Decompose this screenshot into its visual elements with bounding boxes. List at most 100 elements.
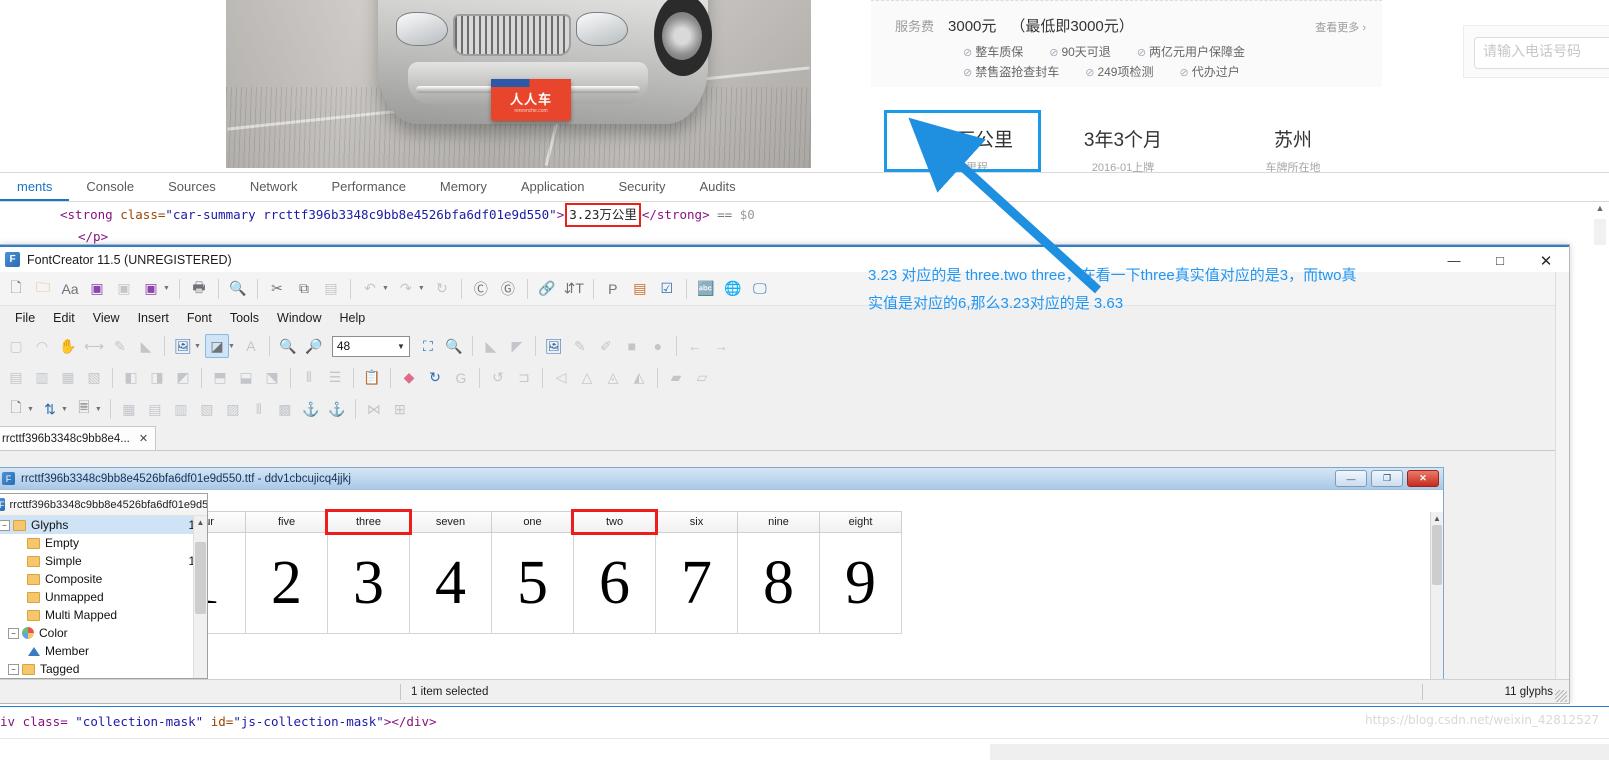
table-rotate-icon[interactable]: ▧: [195, 397, 219, 421]
tab-application[interactable]: Application: [504, 173, 602, 201]
prev-glyph-icon[interactable]: ←: [683, 334, 707, 358]
anchor-lock-icon[interactable]: ⚓: [325, 397, 349, 421]
import-export-caret-icon[interactable]: ▼: [61, 406, 68, 413]
print-icon[interactable]: 🖶: [187, 277, 211, 301]
tree-item-unmapped[interactable]: Unmapped 1: [0, 588, 207, 606]
test-font-icon[interactable]: ▤: [628, 277, 652, 301]
tree-item-composite[interactable]: Composite 0: [0, 570, 207, 588]
table-lock-icon[interactable]: ▨: [221, 397, 245, 421]
move-right-icon[interactable]: ◩: [171, 366, 195, 390]
menu-file[interactable]: File: [6, 309, 44, 327]
cut-icon[interactable]: ✂: [265, 277, 289, 301]
tab-memory[interactable]: Memory: [423, 173, 504, 201]
validate-font-icon[interactable]: ☑: [655, 277, 679, 301]
glyph-column-two[interactable]: two 6: [571, 509, 658, 634]
expander-icon[interactable]: −: [8, 663, 19, 675]
font-properties-icon[interactable]: Aa: [58, 277, 82, 301]
glyph-cell[interactable]: 5: [491, 533, 574, 634]
hand-icon[interactable]: ✋: [56, 334, 80, 358]
flip-diag-icon[interactable]: ◬: [601, 366, 625, 390]
glyph-cell[interactable]: 8: [737, 533, 820, 634]
tree-item-multi-mapped[interactable]: Multi Mapped 0: [0, 606, 207, 624]
rect-icon[interactable]: ■: [620, 334, 644, 358]
menu-help[interactable]: Help: [331, 309, 375, 327]
refresh-contours-icon[interactable]: ↻: [423, 366, 447, 390]
flip-diag2-icon[interactable]: ◭: [627, 366, 651, 390]
glyph-name[interactable]: two: [571, 509, 658, 535]
tab-console[interactable]: Console: [69, 173, 151, 201]
redo-caret-icon[interactable]: ▼: [418, 285, 425, 292]
glyph-panel-scrollbar[interactable]: ▲: [1430, 512, 1443, 701]
scroll-up-icon[interactable]: ▲: [1431, 512, 1443, 525]
anchor-icon[interactable]: ⚓: [299, 397, 323, 421]
glyph-cell[interactable]: 9: [819, 533, 902, 634]
tree-item-color[interactable]: − Color 0: [0, 624, 207, 642]
align-center-h-icon[interactable]: ▥: [30, 366, 54, 390]
move-center-icon[interactable]: ◨: [145, 366, 169, 390]
mirror-panel-icon[interactable]: ⊐: [512, 366, 536, 390]
insert-image-icon[interactable]: 🖼: [542, 334, 566, 358]
glyph-cell[interactable]: 2: [245, 533, 328, 634]
scrollbar-thumb[interactable]: [195, 542, 206, 614]
ellipse-icon[interactable]: ●: [646, 334, 670, 358]
slant-icon[interactable]: ◪: [204, 334, 229, 358]
glyph-column-seven[interactable]: seven 4: [409, 511, 492, 634]
menu-edit[interactable]: Edit: [44, 309, 84, 327]
rotate-icon[interactable]: ↺: [486, 366, 510, 390]
new-doc-caret-icon[interactable]: ▼: [27, 406, 34, 413]
union-icon[interactable]: ▱: [690, 366, 714, 390]
glyph-column-one[interactable]: one 5: [491, 511, 574, 634]
chevron-down-icon[interactable]: ▼: [397, 342, 405, 351]
devtools-dom-code[interactable]: <strong class="car-summary rrcttf396b334…: [0, 203, 1609, 245]
glyph-column-five[interactable]: five 2: [245, 511, 328, 634]
glyph-column-eight[interactable]: eight 9: [819, 511, 902, 634]
tree-item-member[interactable]: Member 0: [0, 642, 207, 660]
menu-tools[interactable]: Tools: [221, 309, 268, 327]
save-as-caret-icon[interactable]: ▼: [163, 285, 170, 292]
glyph-column-three[interactable]: three 3: [325, 509, 412, 634]
node-graph-icon[interactable]: ⋈: [362, 397, 386, 421]
import-export-icon[interactable]: ⇅: [38, 397, 62, 421]
table-icon[interactable]: ▥: [169, 397, 193, 421]
slant-caret-icon[interactable]: ▼: [228, 343, 235, 350]
tab-performance[interactable]: Performance: [315, 173, 423, 201]
flip-left-icon[interactable]: ◁: [549, 366, 573, 390]
tree-item-tagged[interactable]: − Tagged 0: [0, 660, 207, 678]
web-font-icon[interactable]: 🌐: [721, 277, 745, 301]
clipboard-warning-icon[interactable]: 📋: [360, 366, 384, 390]
save-as-icon[interactable]: ▣: [139, 277, 163, 301]
align-top-icon[interactable]: ⬒: [208, 366, 232, 390]
generate-glyphs-icon[interactable]: Ⓖ: [496, 277, 520, 301]
align-dist-icon[interactable]: ▧: [82, 366, 106, 390]
glyph-name[interactable]: five: [245, 511, 328, 533]
undo-caret-icon[interactable]: ▼: [382, 285, 389, 292]
tree-scrollbar[interactable]: ▲: [193, 516, 207, 678]
center-horizontal-icon[interactable]: ☰: [323, 366, 347, 390]
tab-security[interactable]: Security: [601, 173, 682, 201]
link-icon[interactable]: 🔗: [535, 277, 559, 301]
scrollbar-thumb[interactable]: [1432, 525, 1442, 585]
phone-input[interactable]: 请输入电话号码: [1474, 37, 1609, 69]
expander-icon[interactable]: −: [0, 519, 10, 531]
columns-icon[interactable]: ⦀: [247, 397, 271, 421]
autohint-icon[interactable]: A: [239, 334, 263, 358]
tab-elements[interactable]: ments: [0, 173, 70, 201]
install-font-icon[interactable]: 🖵: [748, 277, 772, 301]
select-icon[interactable]: ▢: [4, 334, 28, 358]
grid-icon[interactable]: ▦: [117, 397, 141, 421]
fontcreator-right-scrollbar[interactable]: [1555, 272, 1569, 679]
measure-icon[interactable]: ⟷: [82, 334, 106, 358]
scroll-up-icon[interactable]: ▲: [194, 516, 207, 529]
glyph-cell[interactable]: 3: [327, 533, 410, 634]
zoom-level-combobox[interactable]: 48 ▼: [331, 335, 410, 357]
tree-item-simple[interactable]: Simple 11: [0, 552, 207, 570]
tab-sources[interactable]: Sources: [151, 173, 233, 201]
close-icon[interactable]: ✕: [139, 432, 148, 445]
metrics-icon[interactable]: ⊞: [388, 397, 412, 421]
scroll-up-icon[interactable]: ▲: [1594, 203, 1606, 219]
doc-notes-icon[interactable]: 🗏: [72, 397, 96, 421]
move-left-icon[interactable]: ◧: [119, 366, 143, 390]
pen-icon[interactable]: ✐: [594, 334, 618, 358]
glyph-name[interactable]: one: [491, 511, 574, 533]
menu-view[interactable]: View: [84, 309, 129, 327]
